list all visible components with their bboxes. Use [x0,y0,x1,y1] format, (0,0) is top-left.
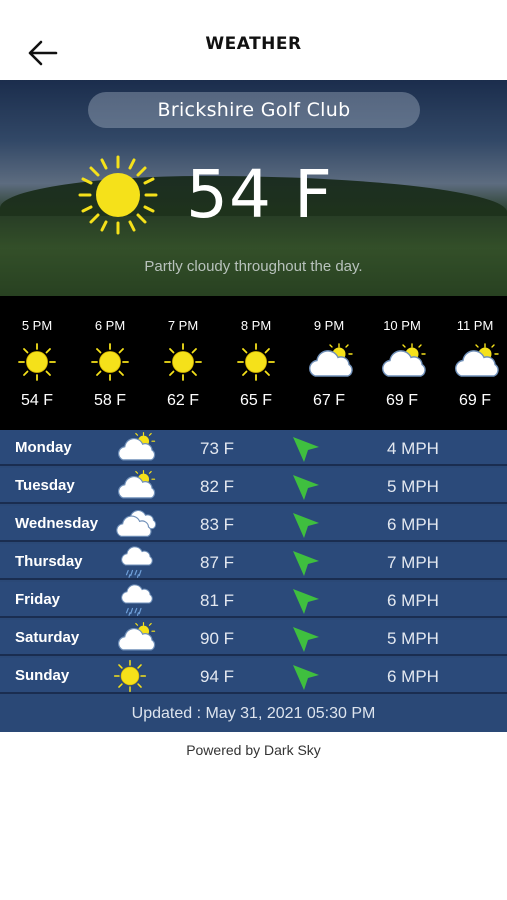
partly-cloudy-icon [113,431,157,465]
forecast-row[interactable]: Tuesday 82 F 5 MPH [0,468,507,504]
hourly-time: 5 PM [21,318,53,333]
app-header: WEATHER [0,0,507,80]
hourly-time: 7 PM [167,318,199,333]
wind-speed: 5 MPH [387,629,439,648]
sun-icon [86,342,134,382]
day-label: Sunday [15,667,70,684]
wind-speed: 6 MPH [387,667,439,686]
wind-speed: 6 MPH [387,515,439,534]
hourly-item: 7 PM 62 F [146,296,220,430]
current-temperature: 54 F [186,156,333,233]
day-label: Wednesday [15,515,99,532]
hourly-temp: 62 F [166,392,199,409]
hourly-item: 8 PM 65 F [219,296,293,430]
hourly-time: 9 PM [313,318,345,333]
partly-cloudy-icon [305,342,353,382]
wind-direction-icon [290,471,322,503]
partly-cloudy-icon [451,342,499,382]
hourly-temp: 69 F [458,392,491,409]
forecast-row[interactable]: Friday 81 F 6 MPH [0,582,507,618]
wind-direction-icon [290,547,322,579]
sun-icon [13,342,61,382]
hourly-item: 10 PM 69 F [365,296,439,430]
forecast-row[interactable]: Monday 73 F 4 MPH [0,430,507,466]
partly-cloudy-icon [113,621,157,655]
wind-direction-icon [290,585,322,617]
wind-direction-icon [290,623,322,655]
updated-timestamp: Updated : May 31, 2021 05:30 PM [131,705,376,722]
day-temperature: 94 F [200,667,235,686]
day-temperature: 87 F [200,553,235,572]
wind-direction-icon [290,433,322,465]
page-title: WEATHER [205,34,302,54]
sun-icon [113,659,157,693]
cloudy-icon [113,507,157,541]
hourly-time: 6 PM [94,318,126,333]
hourly-item: 9 PM 67 F [292,296,366,430]
day-label: Tuesday [15,477,75,494]
forecast-row[interactable]: Sunday 94 F 6 MPH [0,658,507,694]
forecast-row[interactable]: Wednesday 83 F 6 MPH [0,506,507,542]
day-temperature: 81 F [200,591,235,610]
day-temperature: 73 F [200,439,235,458]
hourly-temp: 58 F [93,392,126,409]
hourly-temp: 69 F [385,392,418,409]
wind-speed: 7 MPH [387,553,439,572]
day-label: Thursday [15,553,83,570]
daily-forecast: Monday 73 F 4 MPH Tuesday 82 F 5 MPH Wed… [0,430,507,732]
hourly-temp: 65 F [239,392,272,409]
day-label: Friday [15,591,61,608]
day-temperature: 83 F [200,515,235,534]
wind-direction-icon [290,509,322,541]
wind-speed: 6 MPH [387,591,439,610]
wind-speed: 5 MPH [387,477,439,496]
day-label: Saturday [15,629,80,646]
current-weather-panel: Brickshire Golf Club 54 F Partly cloudy … [0,80,507,296]
hourly-item: 6 PM 58 F [73,296,147,430]
rain-icon [113,583,157,617]
hourly-time: 10 PM [383,318,421,333]
sun-icon [232,342,280,382]
hourly-temp: 67 F [312,392,345,409]
sun-icon [159,342,207,382]
weather-summary: Partly cloudy throughout the day. [144,258,363,275]
powered-by-label: Powered by Dark Sky [186,742,321,758]
hourly-item: 11 PM 69 F [438,296,507,430]
hourly-forecast[interactable]: 5 PM 54 F 6 PM 58 F 7 PM 62 F 8 PM 65 F … [0,296,507,430]
hourly-time: 8 PM [240,318,272,333]
sun-icon [78,155,158,235]
forecast-row[interactable]: Saturday 90 F 5 MPH [0,620,507,656]
club-name: Brickshire Golf Club [88,92,420,128]
day-label: Monday [15,439,72,456]
wind-speed: 4 MPH [387,439,439,458]
day-temperature: 90 F [200,629,235,648]
partly-cloudy-icon [378,342,426,382]
hourly-temp: 54 F [20,392,53,409]
hourly-item: 5 PM 54 F [0,296,74,430]
hourly-time: 11 PM [456,318,494,333]
wind-direction-icon [290,661,322,693]
forecast-row[interactable]: Thursday 87 F 7 MPH [0,544,507,580]
day-temperature: 82 F [200,477,235,496]
partly-cloudy-icon [113,469,157,503]
rain-icon [113,545,157,579]
